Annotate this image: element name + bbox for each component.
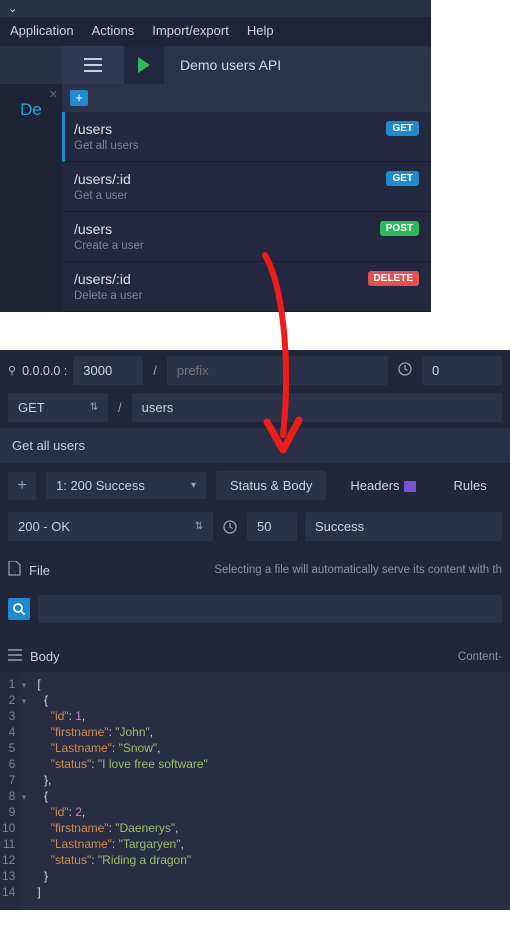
route-path: /users/:id [74,171,419,187]
env-tab-label: De [20,100,42,120]
method-badge: POST [380,221,419,236]
environments-body: De ✕ + /usersGet all usersGET/users/:idG… [0,84,431,312]
add-route-row: + [62,84,431,112]
hamburger-icon[interactable] [62,46,124,84]
run-button[interactable] [124,46,164,84]
route-item[interactable]: /users/:id Get a user GET [62,162,431,212]
chevron-updown-icon-2: ⇅ [195,521,203,532]
menu-help[interactable]: Help [247,23,274,38]
chevron-down-icon[interactable]: ⌄ [0,0,431,17]
documentation-value: Get all users [12,438,85,453]
line-gutter: 1▾2▾345678▾91011121314 [0,672,21,910]
gap [0,312,510,350]
method-select[interactable]: GET ⇅ [8,393,108,422]
clock-icon [394,362,416,379]
route-path: /users [74,221,419,237]
method-badge: DELETE [368,271,419,286]
status-code-select[interactable]: 200 - OK ⇅ [8,512,213,541]
close-icon[interactable]: ✕ [49,88,58,101]
search-icon[interactable] [8,598,30,620]
file-path-row [0,589,510,637]
code-content[interactable]: [ { "id": 1, "firstname": "John", "Lastn… [21,672,211,910]
menu-application[interactable]: Application [10,23,74,38]
global-latency-input[interactable] [422,356,502,385]
file-row: File Selecting a file will automatically… [0,551,510,589]
route-desc: Get a user [74,190,419,202]
method-value: GET [18,400,45,415]
route-desc: Create a user [74,240,419,252]
file-hint: Selecting a file will automatically serv… [214,564,502,576]
file-icon [8,561,21,579]
menubar: Application Actions Import/export Help [0,17,431,46]
content-type-label: Content- [458,651,502,663]
route-item[interactable]: /users/:idDelete a userDELETE [62,262,431,312]
add-response-button[interactable]: + [8,472,36,500]
tab-rules[interactable]: Rules [440,471,501,500]
route-item[interactable]: /users Create a user POST [62,212,431,262]
tab-status-body[interactable]: Status & Body [216,471,326,500]
slash-sep: / [149,363,161,378]
file-label: File [29,563,50,578]
route-path: /users [74,121,419,137]
plug-icon: ⚲ [8,364,16,377]
headers-badge-icon [404,481,416,492]
path-input[interactable] [132,393,502,422]
port-input[interactable] [73,356,143,385]
body-header: Body Content- [0,637,510,672]
chevron-updown-icon: ⇅ [90,402,98,413]
status-row: 200 - OK ⇅ [0,508,510,551]
menu-import-export[interactable]: Import/export [152,23,229,38]
clock-icon-2 [221,512,239,541]
route-editor-panel: ⚲ 0.0.0.0 : / GET ⇅ / Get all users + 1:… [0,350,510,910]
method-badge: GET [386,121,419,136]
response-picker-value: 1: 200 Success [56,478,145,493]
body-label: Body [30,649,60,664]
host-label: 0.0.0.0 : [22,364,67,378]
response-tabs-row: + 1: 200 Success ▾ Status & Body Headers… [0,463,510,508]
slash-sep-2: / [114,400,126,415]
menu-icon [8,649,22,664]
response-label-input[interactable] [305,512,502,541]
tab-headers-label: Headers [350,478,399,493]
file-path-input[interactable] [38,595,502,623]
caret-down-icon: ▾ [191,480,196,491]
add-route-button[interactable]: + [70,90,88,106]
tab-headers[interactable]: Headers [336,471,429,500]
documentation-input[interactable]: Get all users [0,428,510,463]
prefix-input[interactable] [167,356,388,385]
menu-actions[interactable]: Actions [92,23,135,38]
routes-list: + /users Get all users GET/users/:id Get a … [62,84,431,312]
response-latency-input[interactable] [247,512,297,541]
body-editor[interactable]: 1▾2▾345678▾91011121314 [ { "id": 1, "fir… [0,672,510,910]
method-path-row: GET ⇅ / [0,391,510,428]
route-item[interactable]: /users Get all users GET [62,112,431,162]
route-desc: Delete a user [74,290,419,302]
api-title: Demo users API [164,46,431,84]
api-header: Demo users API [62,46,431,84]
method-badge: GET [386,171,419,186]
status-code-value: 200 - OK [18,519,70,534]
server-row: ⚲ 0.0.0.0 : / [0,350,510,391]
response-picker[interactable]: 1: 200 Success ▾ [46,472,206,499]
env-tab[interactable]: De ✕ [0,84,62,312]
environments-panel: ⌄ Application Actions Import/export Help… [0,0,431,312]
route-desc: Get all users [74,140,419,152]
